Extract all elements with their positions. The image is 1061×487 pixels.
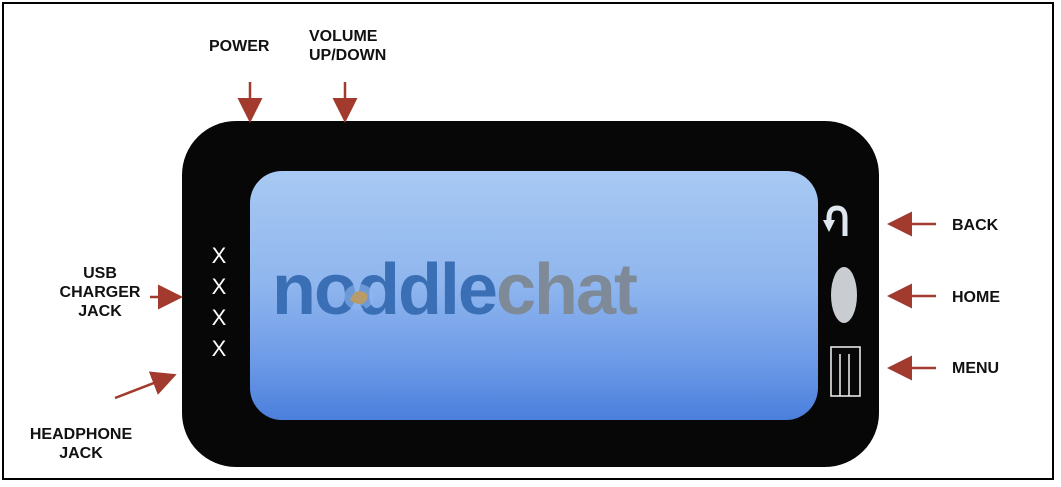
- back-label: BACK: [952, 217, 999, 234]
- headphone-arrow: [114, 371, 177, 400]
- menu-button-icon: [830, 346, 861, 397]
- menu-label: MENU: [952, 360, 1000, 377]
- diagram-arrows-and-buttons: [114, 82, 936, 400]
- home-label: HOME: [952, 289, 1000, 306]
- headphone-jack-label: HEADPHONE JACK: [29, 426, 133, 462]
- usb-charger-jack-label: USB CHARGER JACK: [59, 265, 141, 320]
- logo-bird-icon: [344, 284, 374, 314]
- home-button-icon: [831, 267, 857, 323]
- back-arrow-icon: [823, 205, 848, 236]
- power-label: POWER: [209, 38, 270, 55]
- volume-label: VOLUME UP/DOWN: [309, 28, 387, 64]
